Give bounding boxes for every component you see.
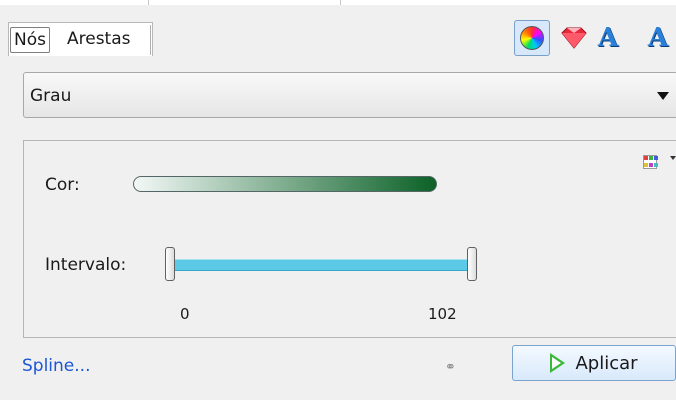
label-color-icon[interactable]: A bbox=[640, 20, 676, 56]
color-wheel-icon[interactable] bbox=[514, 20, 550, 56]
link-chain-icon[interactable]: ⚭ bbox=[445, 360, 456, 375]
palette-icon[interactable] bbox=[643, 155, 658, 169]
tab-bar: Nós Arestas A A bbox=[0, 5, 676, 61]
gem-icon[interactable] bbox=[556, 20, 592, 56]
label-size-icon[interactable]: A bbox=[590, 20, 626, 56]
color-label: Cor: bbox=[45, 175, 80, 195]
range-slider-track[interactable] bbox=[172, 259, 474, 271]
attribute-dropdown[interactable]: Grau bbox=[23, 72, 676, 118]
apply-button-label: Aplicar bbox=[575, 352, 638, 374]
panel-menu-arrow-icon[interactable] bbox=[670, 156, 676, 160]
tab-divider bbox=[150, 25, 151, 55]
tab-edges[interactable]: Arestas bbox=[64, 27, 134, 53]
color-wheel-glyph bbox=[520, 26, 544, 50]
range-min-value: 0 bbox=[180, 305, 190, 323]
spline-link[interactable]: Spline... bbox=[22, 356, 90, 376]
range-max-handle[interactable] bbox=[467, 247, 477, 281]
range-min-handle[interactable] bbox=[165, 247, 175, 281]
range-max-value: 102 bbox=[428, 305, 457, 323]
color-gradient-bar[interactable] bbox=[133, 176, 437, 192]
ranking-settings-panel bbox=[23, 140, 676, 338]
interval-label: Intervalo: bbox=[45, 255, 127, 275]
gem-glyph bbox=[561, 27, 587, 49]
apply-button[interactable]: Aplicar bbox=[512, 345, 676, 381]
play-icon bbox=[550, 353, 566, 373]
attribute-dropdown-value: Grau bbox=[30, 86, 72, 106]
tab-nodes[interactable]: Nós bbox=[10, 27, 50, 53]
chevron-down-icon bbox=[657, 92, 669, 100]
